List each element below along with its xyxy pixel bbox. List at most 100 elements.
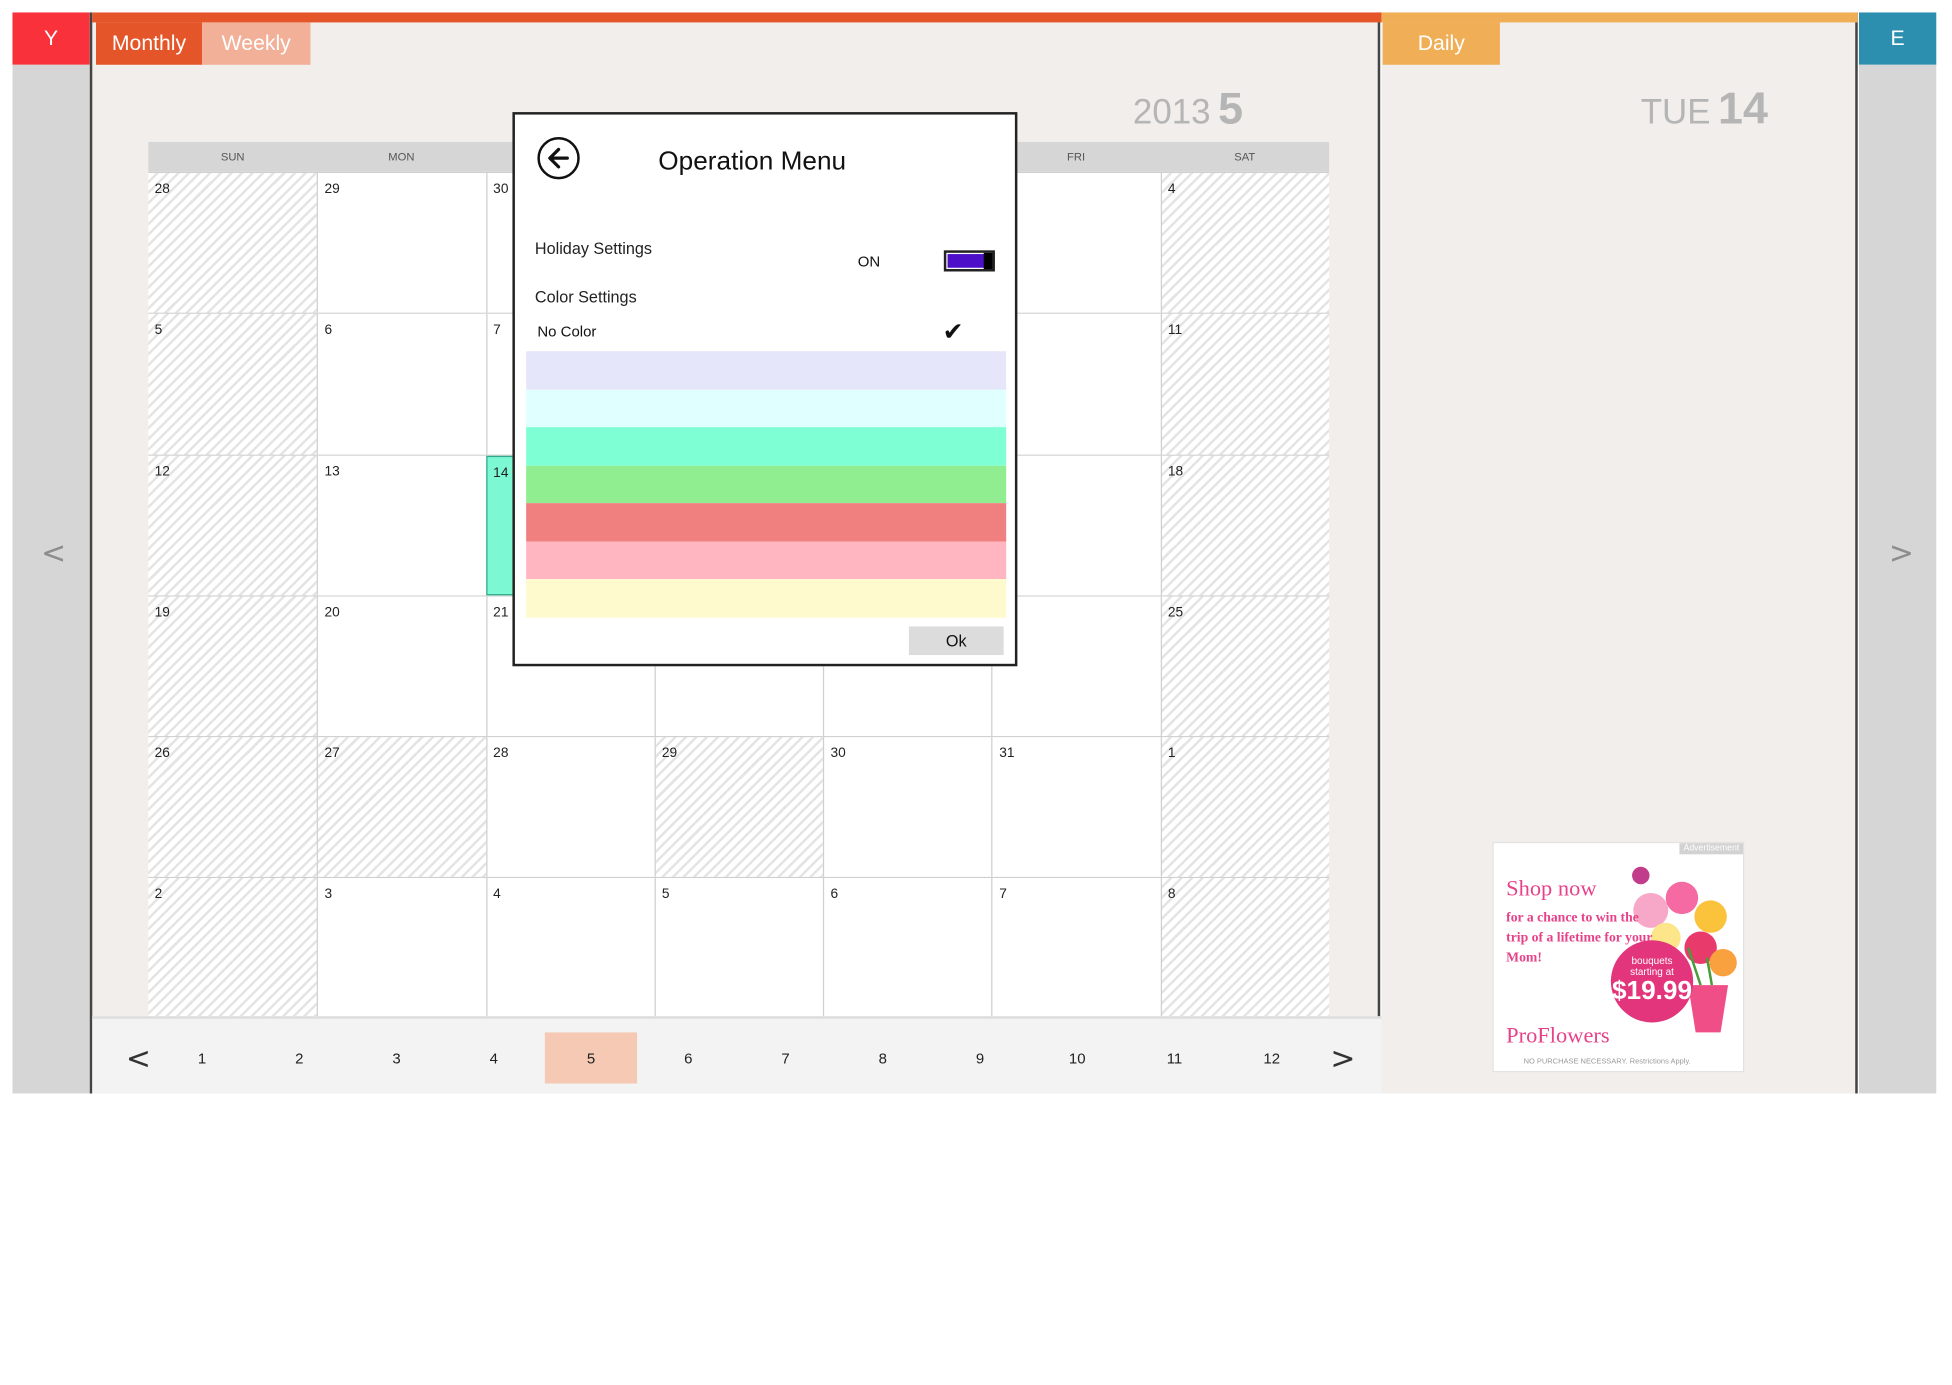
- calendar-day[interactable]: 29: [654, 737, 824, 878]
- calendar-day[interactable]: 20: [317, 596, 486, 737]
- right-rail: >: [1858, 64, 1937, 1094]
- y-tab[interactable]: Y: [12, 12, 90, 65]
- daily-accent-strip: [1381, 12, 1858, 23]
- month-button-12[interactable]: 12: [1226, 1032, 1318, 1083]
- day-number: 13: [324, 464, 340, 479]
- calendar-day[interactable]: 1: [1160, 737, 1330, 878]
- prev-panel-arrow-icon[interactable]: <: [41, 536, 66, 571]
- color-swatch[interactable]: [526, 427, 1007, 466]
- calendar-week-row: 2 3 4 5 6 7 8: [148, 877, 1330, 1019]
- back-arrow-icon[interactable]: [537, 136, 580, 180]
- ok-button[interactable]: Ok: [908, 626, 1004, 656]
- day-number: 14: [493, 465, 509, 481]
- calendar-day[interactable]: 28: [148, 173, 318, 313]
- month-button-8[interactable]: 8: [837, 1032, 929, 1083]
- daily-day: 14: [1718, 82, 1768, 134]
- holiday-settings-label: Holiday Settings: [534, 239, 653, 258]
- day-number: 4: [1167, 181, 1176, 197]
- calendar-day[interactable]: 27: [317, 737, 486, 878]
- color-swatch[interactable]: [526, 351, 1007, 390]
- daily-weekday: TUE: [1640, 92, 1711, 131]
- month-button-6[interactable]: 6: [642, 1032, 734, 1083]
- ad-price: $19.99: [1611, 976, 1693, 1006]
- calendar-day[interactable]: 25: [1160, 596, 1330, 737]
- calendar-day[interactable]: 8: [1160, 878, 1330, 1019]
- day-number: 27: [324, 746, 340, 762]
- calendar-day[interactable]: 5: [148, 314, 318, 455]
- calendar-day[interactable]: 4: [1160, 173, 1330, 313]
- monthly-accent-strip: [92, 12, 1383, 23]
- month-nav-bar: < 1 2 3 4 5 6 7 8 9 10 11 12 >: [92, 1016, 1383, 1094]
- calendar-day[interactable]: 26: [148, 737, 318, 878]
- tab-daily[interactable]: Daily: [1382, 22, 1500, 65]
- no-color-option[interactable]: No Color ✔: [526, 314, 1006, 351]
- weekday-label: SAT: [1234, 150, 1256, 164]
- day-number: 19: [154, 605, 170, 621]
- day-number: 11: [1167, 322, 1183, 338]
- calendar-day[interactable]: 6: [823, 878, 992, 1019]
- month-button-9[interactable]: 9: [934, 1032, 1026, 1083]
- calendar-day[interactable]: 19: [148, 596, 318, 737]
- holiday-toggle-switch[interactable]: [943, 250, 995, 272]
- month-button-11[interactable]: 11: [1128, 1032, 1220, 1083]
- day-number: 3: [324, 887, 333, 903]
- operation-menu-dialog: Operation Menu Holiday Settings ON Color…: [512, 112, 1018, 667]
- calendar-day[interactable]: 7: [991, 878, 1161, 1019]
- color-swatch[interactable]: [526, 465, 1007, 504]
- calendar-day[interactable]: 11: [1160, 314, 1330, 455]
- calendar-day[interactable]: 2: [148, 878, 318, 1019]
- weekday-label: MON: [388, 150, 415, 164]
- day-number: 18: [1167, 464, 1184, 479]
- tab-weekly[interactable]: Weekly: [201, 22, 311, 65]
- advertisement-banner[interactable]: Advertisement Shop now for a chance to w…: [1492, 841, 1745, 1073]
- tab-monthly[interactable]: Monthly: [96, 22, 202, 65]
- calendar-day[interactable]: 6: [317, 314, 486, 455]
- calendar-day[interactable]: 18: [1160, 455, 1330, 596]
- day-number: 4: [493, 887, 501, 903]
- back-arrow-glyph: [548, 147, 569, 169]
- day-number: 28: [493, 746, 509, 762]
- calendar-day[interactable]: 13: [317, 455, 486, 596]
- day-number: 25: [1167, 605, 1184, 621]
- calendar-day[interactable]: 29: [317, 173, 486, 313]
- next-panel-arrow-icon[interactable]: >: [1889, 536, 1914, 571]
- calendar-day[interactable]: 31: [991, 737, 1161, 878]
- day-number: 29: [324, 181, 340, 197]
- month-label: 5: [1218, 82, 1244, 134]
- day-number: 6: [830, 887, 839, 903]
- month-button-7[interactable]: 7: [739, 1032, 831, 1083]
- color-swatch[interactable]: [526, 579, 1007, 618]
- calendar-day[interactable]: 5: [654, 878, 824, 1019]
- calendar-day[interactable]: 12: [148, 455, 318, 596]
- month-button-2[interactable]: 2: [253, 1032, 345, 1083]
- year-month-heading: 2013 5: [1133, 82, 1243, 134]
- calendar-day[interactable]: 3: [317, 878, 486, 1019]
- day-number: 7: [493, 322, 501, 338]
- calendar-day[interactable]: 4: [485, 878, 655, 1019]
- day-number: 31: [999, 746, 1015, 762]
- year-label: 2013: [1132, 92, 1211, 131]
- calendar-day[interactable]: 30: [823, 737, 992, 878]
- day-number: 28: [154, 181, 170, 197]
- day-number: 6: [324, 322, 333, 338]
- day-number: 12: [154, 464, 170, 479]
- day-number: 7: [999, 887, 1007, 903]
- month-button-5[interactable]: 5: [544, 1032, 638, 1084]
- next-month-arrow-icon[interactable]: >: [1330, 1041, 1355, 1076]
- month-button-10[interactable]: 10: [1031, 1032, 1123, 1083]
- calendar-day[interactable]: 28: [485, 737, 655, 878]
- day-number: 30: [493, 181, 509, 197]
- month-button-4[interactable]: 4: [448, 1032, 540, 1083]
- day-number: 1: [1167, 746, 1176, 762]
- color-swatch[interactable]: [526, 541, 1007, 580]
- day-number: 30: [830, 746, 846, 762]
- prev-month-arrow-icon[interactable]: <: [126, 1041, 151, 1076]
- day-number: 21: [493, 605, 509, 621]
- color-swatch[interactable]: [526, 389, 1007, 428]
- month-button-1[interactable]: 1: [156, 1032, 248, 1083]
- e-tab[interactable]: E: [1858, 12, 1937, 65]
- color-swatch[interactable]: [526, 503, 1007, 542]
- ad-label: Advertisement: [1679, 843, 1744, 855]
- color-swatch-list: [526, 351, 1007, 618]
- month-button-3[interactable]: 3: [350, 1032, 442, 1083]
